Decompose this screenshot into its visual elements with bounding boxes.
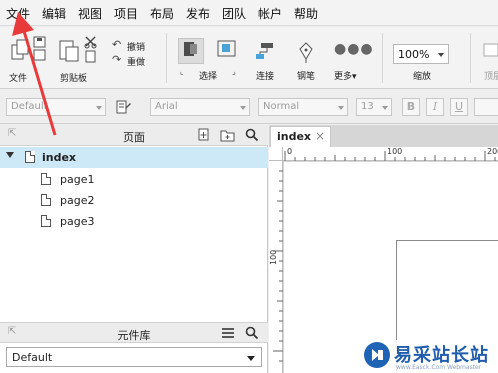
zoom-value: 100% <box>398 48 430 61</box>
menu-team[interactable]: 团队 <box>222 5 246 22</box>
page-label: page1 <box>60 173 95 186</box>
select-intersect-button[interactable] <box>178 38 204 64</box>
underline-button[interactable]: U <box>450 98 468 116</box>
font-weight-select[interactable]: Normal <box>258 98 348 116</box>
menu-edit[interactable]: 编辑 <box>42 5 66 22</box>
ruler-ticks <box>273 170 283 362</box>
tab-label: index <box>277 130 312 143</box>
italic-button[interactable]: I <box>426 98 444 116</box>
toolbar-separator <box>382 33 383 83</box>
font-weight-value: Normal <box>263 101 300 112</box>
add-page-icon[interactable] <box>197 128 211 142</box>
vertical-ruler: 100 <box>269 161 283 373</box>
ruler-label: 0 <box>287 147 293 156</box>
ruler-label: 100 <box>269 249 278 265</box>
tab-index[interactable]: index × <box>270 126 331 147</box>
select-contained-icon[interactable] <box>214 38 240 64</box>
style-select[interactable]: Default <box>6 98 106 116</box>
menu-icon[interactable] <box>221 327 235 339</box>
menu-help[interactable]: 帮助 <box>294 5 318 22</box>
chevron-down-icon <box>240 106 246 110</box>
menu-bar: 文件 编辑 视图 项目 布局 发布 团队 帐户 帮助 <box>0 0 498 26</box>
expand-triangle-icon[interactable] <box>6 152 14 158</box>
page-tree-item[interactable]: page3 <box>0 211 268 232</box>
page-tree-item[interactable]: page1 <box>0 169 268 190</box>
library-panel-header: ⇱ 元件库 <box>0 322 268 343</box>
select-mode-corner-2: ⌟ <box>232 67 236 76</box>
text-color-button[interactable] <box>474 98 498 116</box>
watermark-subtext: www.Easck.Com Webmaster <box>396 364 482 371</box>
top-label[interactable]: 顶层 <box>484 69 498 82</box>
font-family-value: Arial <box>155 101 178 112</box>
menu-view[interactable]: 视图 <box>78 5 102 22</box>
horizontal-ruler: 0 100 200 <box>283 147 498 161</box>
font-size-value: 13 <box>361 101 374 112</box>
zoom-label: 缩放 <box>413 72 432 82</box>
undo-button[interactable]: 撤销 <box>127 40 145 53</box>
ruler-corner <box>269 147 283 161</box>
file-group-label: 文件 <box>9 74 28 84</box>
page-icon <box>25 151 35 163</box>
watermark-logo-icon <box>364 342 390 368</box>
connect-icon[interactable] <box>254 41 280 65</box>
library-select-value: Default <box>12 351 53 364</box>
redo-button[interactable]: 重做 <box>127 55 145 68</box>
select-mode-corner: ⌞ <box>180 67 184 76</box>
add-folder-icon[interactable] <box>220 128 236 142</box>
page-icon <box>41 173 51 185</box>
bring-to-front-icon[interactable] <box>482 41 498 65</box>
menu-layout[interactable]: 布局 <box>150 5 174 22</box>
page-tree-root[interactable]: index <box>0 147 268 168</box>
clipboard-group-label: 剪贴板 <box>60 74 88 84</box>
pen-label[interactable]: 钢笔 <box>297 69 315 82</box>
font-size-select[interactable]: 13 <box>356 98 392 116</box>
ruler-label: 200 <box>487 147 498 156</box>
main-toolbar: 文件 剪贴板 ↶ 撤销 ↷ 重做 ⌞ 选择 ⌟ 连接 钢笔 ●●● 更多▾ 10… <box>0 27 498 89</box>
file-save-icon[interactable] <box>33 35 47 63</box>
page-icon <box>41 194 51 206</box>
chevron-down-icon <box>382 106 388 110</box>
format-painter-icon[interactable] <box>115 100 133 116</box>
chevron-down-icon <box>438 53 444 57</box>
more-icon[interactable]: ●●● <box>334 41 374 57</box>
pages-panel-header: ⇱ 页面 <box>0 125 268 146</box>
more-button[interactable]: 更多▾ <box>334 69 357 82</box>
undo-icon[interactable]: ↶ <box>112 38 121 51</box>
watermark: 易采站长站 www.Easck.Com Webmaster <box>360 340 498 373</box>
watermark-logo-shape <box>372 349 383 361</box>
page-tree-item[interactable]: page2 <box>0 190 268 211</box>
chevron-down-icon <box>96 106 102 110</box>
cut-copy-icon[interactable] <box>84 36 98 64</box>
format-bar: Default Arial Normal 13 B I U <box>0 90 498 124</box>
bold-button[interactable]: B <box>402 98 420 116</box>
select-intersect-icon <box>184 42 197 56</box>
page-label: page2 <box>60 194 95 207</box>
search-icon[interactable] <box>245 128 259 142</box>
search-icon[interactable] <box>245 326 259 340</box>
select-group-label: 选择 <box>199 72 218 82</box>
menu-publish[interactable]: 发布 <box>186 5 210 22</box>
menu-project[interactable]: 项目 <box>114 5 138 22</box>
page-label: page3 <box>60 215 95 228</box>
page-label-index: index <box>42 151 77 164</box>
zoom-select[interactable]: 100% <box>393 44 449 64</box>
toolbar-separator <box>470 33 471 83</box>
chevron-down-icon <box>247 356 255 361</box>
file-new-icon[interactable] <box>8 37 32 61</box>
close-icon[interactable]: × <box>315 129 325 143</box>
paste-icon[interactable] <box>58 37 82 63</box>
ruler-label: 100 <box>387 147 403 156</box>
menu-account[interactable]: 帐户 <box>258 5 282 22</box>
connect-label[interactable]: 连接 <box>256 69 274 82</box>
pen-icon[interactable] <box>296 41 318 65</box>
font-family-select[interactable]: Arial <box>150 98 250 116</box>
chevron-down-icon <box>338 106 344 110</box>
menu-file[interactable]: 文件 <box>6 5 30 22</box>
page-icon <box>41 215 51 227</box>
library-select[interactable]: Default <box>6 347 262 367</box>
style-value: Default <box>11 101 48 112</box>
toolbar-separator <box>166 33 167 83</box>
redo-icon[interactable]: ↷ <box>112 53 121 66</box>
